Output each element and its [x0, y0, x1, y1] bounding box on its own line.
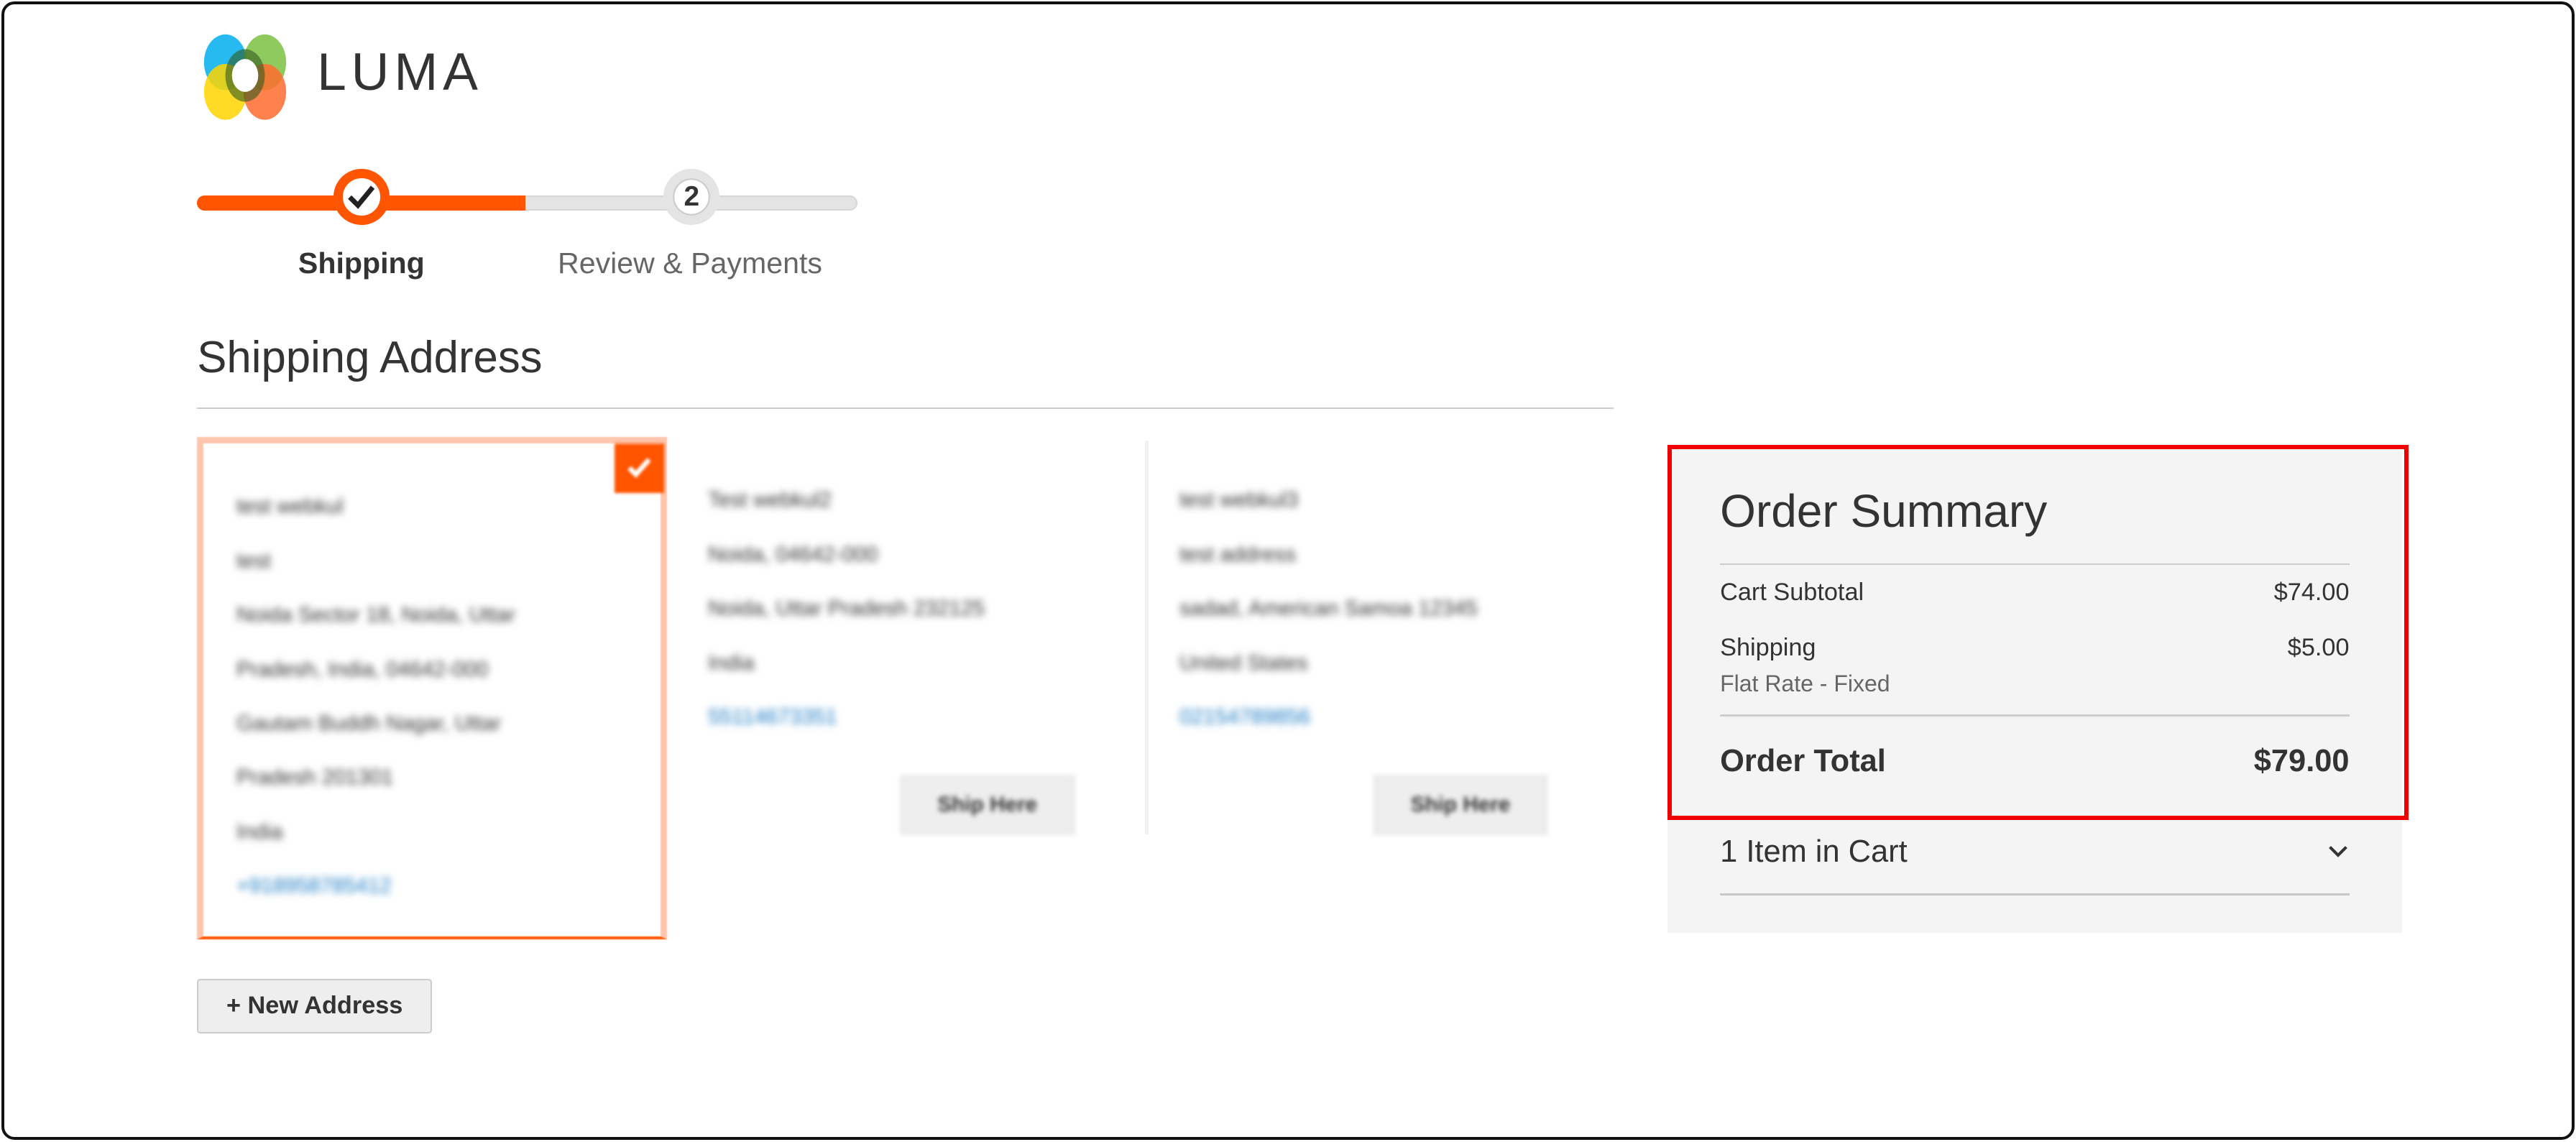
items-in-cart-toggle[interactable]: 1 Item in Cart	[1720, 834, 2349, 870]
address-line: Noida Sector 18, Noida, Uttar	[236, 603, 515, 627]
card-divider	[1145, 440, 1149, 835]
ship-here-button[interactable]: Ship Here	[1373, 775, 1548, 835]
divider	[1720, 714, 2350, 717]
subtotal-row: Cart Subtotal $74.00	[1720, 579, 2349, 607]
ship-here-button[interactable]: Ship Here	[900, 775, 1075, 835]
order-total-label: Order Total	[1720, 744, 1886, 779]
brand-name: LUMA	[317, 43, 483, 102]
address-line: test webkul	[236, 494, 344, 519]
address-line: Pradesh, India, 04642-000	[236, 657, 489, 681]
shipping-address-title: Shipping Address	[197, 332, 543, 382]
check-icon	[627, 458, 651, 479]
address-card: Test webkul2 Noida, 04642-000 Noida, Utt…	[708, 473, 985, 744]
divider	[197, 407, 1614, 410]
phone-link[interactable]: +918958785412	[236, 859, 515, 913]
address-line: test address	[1179, 542, 1296, 566]
divider	[1720, 563, 2350, 566]
shipping-row: Shipping $5.00	[1720, 634, 2349, 662]
new-address-button[interactable]: + New Address	[197, 979, 433, 1033]
address-line: test webkul3	[1179, 488, 1299, 512]
phone-link[interactable]: 02154789856	[1179, 690, 1477, 744]
address-line: sadad, American Samoa 12345	[1179, 597, 1478, 621]
check-icon	[348, 185, 375, 209]
address-lines: test webkul test Noida Sector 18, Noida,…	[236, 479, 515, 913]
items-in-cart-label: 1 Item in Cart	[1720, 834, 1908, 870]
chevron-down-icon[interactable]	[2327, 844, 2350, 860]
shipping-label: Shipping	[1720, 634, 1816, 662]
phone-link[interactable]: 55114673351	[708, 690, 985, 744]
selected-check-badge	[614, 443, 664, 493]
step-review-label[interactable]: Review & Payments	[558, 247, 822, 280]
subtotal-label: Cart Subtotal	[1720, 578, 1864, 606]
order-summary-title: Order Summary	[1720, 485, 2048, 538]
address-card: test webkul3 test address sadad, America…	[1179, 473, 1477, 744]
address-line: United States	[1179, 650, 1308, 675]
address-line: India	[708, 650, 755, 675]
order-total-value: $79.00	[2253, 744, 2350, 779]
subtotal-value: $74.00	[2273, 578, 2350, 606]
address-line: Noida, Uttar Pradesh 232125	[708, 597, 985, 621]
address-line: test	[236, 548, 271, 573]
address-line: Pradesh 201301	[236, 765, 393, 790]
shipping-method: Flat Rate - Fixed	[1720, 670, 1890, 696]
order-total-row: Order Total $79.00	[1720, 744, 2349, 779]
step-number: 2	[684, 181, 700, 213]
step-2-indicator[interactable]: 2	[663, 169, 720, 226]
address-line: Gautam Buddh Nagar, Uttar	[236, 711, 502, 735]
divider	[1720, 893, 2350, 895]
address-line: Test webkul2	[708, 488, 832, 512]
step-shipping-label[interactable]: Shipping	[298, 247, 425, 280]
address-card-selected[interactable]: test webkul test Noida Sector 18, Noida,…	[197, 436, 667, 940]
luma-logo-icon[interactable]	[199, 29, 291, 121]
step-1-indicator[interactable]	[333, 169, 390, 226]
address-line: Noida, 04642-000	[708, 542, 878, 566]
shipping-value: $5.00	[2287, 634, 2350, 662]
checkout-page: LUMA 2 Shipping Review & Payments Shippi…	[0, 0, 2576, 1142]
address-line: India	[236, 819, 283, 844]
